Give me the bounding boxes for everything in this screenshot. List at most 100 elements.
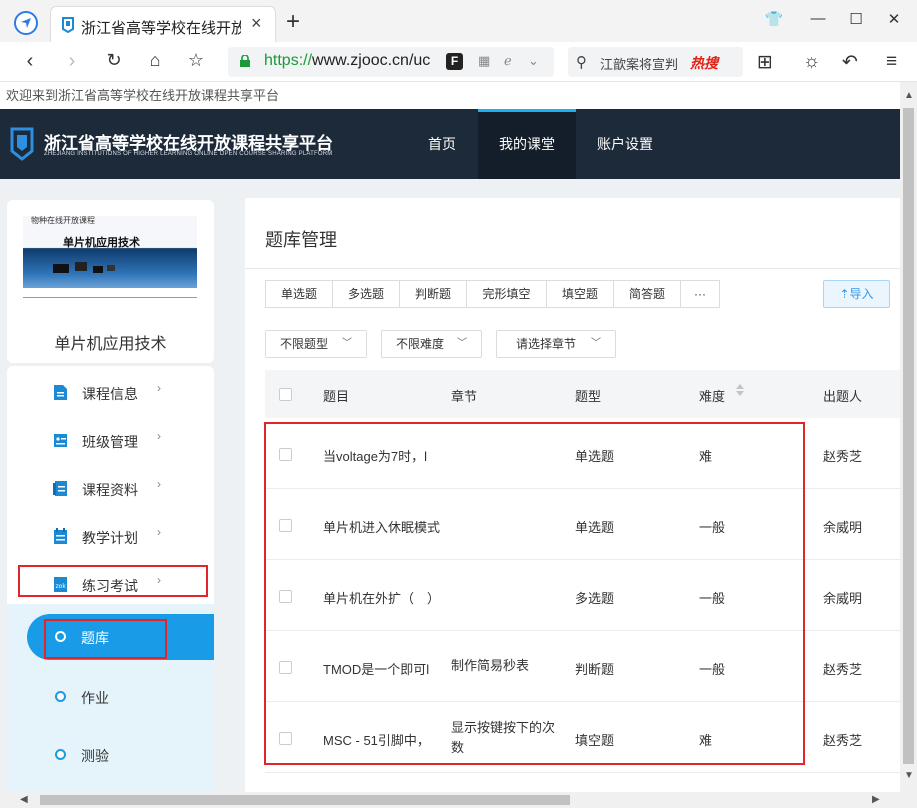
undo-icon[interactable]: ↶	[842, 51, 858, 74]
browser-logo-icon[interactable]	[14, 11, 38, 35]
search-suggestion[interactable]: 江歆案将宣判	[600, 54, 678, 73]
chevron-down-icon: ﹀	[457, 338, 467, 349]
scroll-right-icon[interactable]: ▶	[872, 794, 880, 805]
home-icon[interactable]: ⌂	[143, 50, 167, 71]
hot-search-label[interactable]: 热搜	[690, 53, 718, 73]
back-icon[interactable]: ‹	[18, 50, 42, 73]
tab-true-false[interactable]: 判断题	[400, 281, 467, 307]
tab-more[interactable]: ···	[681, 281, 719, 307]
tab-multiple-choice[interactable]: 多选题	[333, 281, 400, 307]
submenu-item-label: 作业	[81, 690, 109, 706]
column-chapter: 章节	[451, 389, 478, 404]
course-card: 物种在线开放课程 单片机应用技术 单片机应用技术	[7, 200, 214, 363]
sidebar-item-course-materials[interactable]: 课程资料 ›	[7, 464, 214, 512]
vertical-scrollbar[interactable]: ▲ ▼	[900, 82, 917, 792]
difficulty-filter[interactable]: 不限难度 ﹀	[381, 330, 482, 358]
tab-single-choice[interactable]: 单选题	[266, 281, 333, 307]
close-window-icon[interactable]: ✕	[884, 10, 904, 28]
chip-illustration-icon	[53, 262, 115, 273]
tab-short-answer[interactable]: 简答题	[614, 281, 681, 307]
author-cell: 赵秀芝	[823, 733, 863, 748]
scroll-down-icon[interactable]: ▼	[904, 770, 914, 781]
scroll-up-icon[interactable]: ▲	[904, 90, 914, 101]
browser-toolbar: ‹ › ↻ ⌂ ☆ https://www.zjooc.cn/uc F ▦ ℯ …	[0, 42, 917, 82]
course-banner[interactable]: 物种在线开放课程 单片机应用技术	[23, 216, 197, 288]
sidebar-item-label: 班级管理	[82, 434, 138, 450]
course-name: 单片机应用技术	[54, 336, 167, 353]
chevron-right-icon: ›	[157, 525, 161, 539]
submenu-item-label: 测验	[81, 748, 109, 764]
extension-f-icon[interactable]: F	[446, 53, 463, 70]
vertical-scroll-thumb[interactable]	[903, 108, 914, 764]
question-type-filter[interactable]: 不限题型 ﹀	[265, 330, 367, 358]
tab-close-icon[interactable]: ×	[251, 13, 262, 34]
menu-icon[interactable]: ≡	[886, 51, 897, 73]
submenu-item-quiz[interactable]: 测验	[27, 732, 214, 778]
tab-cloze[interactable]: 完形填空	[467, 281, 547, 307]
chevron-down-icon: ﹀	[342, 338, 352, 349]
url-text[interactable]: https://www.zjooc.cn/uc	[264, 52, 440, 70]
ie-mode-icon[interactable]: ℯ	[504, 53, 512, 69]
horizontal-scroll-thumb[interactable]	[40, 795, 570, 805]
author-cell: 赵秀芝	[823, 662, 863, 677]
select-all-checkbox[interactable]	[279, 388, 292, 401]
column-question: 题目	[323, 389, 350, 404]
submenu-item-homework[interactable]: 作业	[27, 674, 214, 720]
lock-icon	[240, 55, 250, 67]
sidebar-item-class-management[interactable]: 班级管理 ›	[7, 416, 214, 464]
page-title: 题库管理	[265, 230, 337, 250]
sidebar-item-course-info[interactable]: 课程信息 ›	[7, 368, 214, 416]
author-cell: 赵秀芝	[823, 449, 863, 464]
reload-icon[interactable]: ↻	[102, 50, 126, 71]
new-tab-button[interactable]: +	[286, 8, 300, 36]
brightness-icon[interactable]: ☼	[803, 51, 820, 73]
bullet-icon	[55, 691, 66, 702]
chapter-filter[interactable]: 请选择章节 ﹀	[496, 330, 616, 358]
chevron-right-icon: ›	[157, 381, 161, 395]
apps-grid-icon[interactable]: ⊞	[757, 51, 773, 74]
qr-code-icon[interactable]: ▦	[478, 53, 490, 69]
sidebar-item-label: 课程信息	[82, 386, 138, 402]
annotation-box-question-bank	[44, 619, 167, 659]
forward-icon[interactable]: ›	[60, 50, 84, 73]
sidebar-item-label: 教学计划	[82, 530, 138, 546]
nav-my-classroom[interactable]: 我的课堂	[478, 109, 576, 179]
nav-account-settings[interactable]: 账户设置	[576, 109, 674, 179]
minimize-icon[interactable]: —	[808, 10, 828, 27]
materials-icon	[53, 481, 67, 496]
scroll-left-icon[interactable]: ◀	[20, 794, 28, 805]
address-bar[interactable]: https://www.zjooc.cn/uc F ▦ ℯ ⌄	[228, 47, 554, 77]
site-favicon-icon	[62, 17, 74, 33]
column-type: 题型	[575, 389, 602, 404]
column-author: 出题人	[823, 389, 863, 404]
bullet-icon	[55, 749, 66, 760]
bookmark-star-icon[interactable]: ☆	[184, 50, 208, 71]
tab-fill-blank[interactable]: 填空题	[547, 281, 614, 307]
nav-home[interactable]: 首页	[406, 109, 478, 179]
maximize-icon[interactable]: ☐	[846, 10, 866, 28]
sort-icon[interactable]	[735, 382, 745, 398]
class-icon	[54, 434, 67, 447]
chevron-right-icon: ›	[157, 477, 161, 491]
document-icon	[54, 385, 67, 400]
site-logo-icon[interactable]	[8, 125, 36, 165]
banner-top-text: 物种在线开放课程	[31, 216, 95, 225]
sidebar-item-teaching-plan[interactable]: 教学计划 ›	[7, 512, 214, 560]
table-header: 题目 章节 题型 难度 出题人	[265, 370, 900, 418]
import-button[interactable]: ⇡导入	[823, 280, 890, 308]
banner-title: 单片机应用技术	[63, 237, 140, 249]
browser-titlebar: 浙江省高等学校在线开放 × + 👕 — ☐ ✕	[0, 0, 917, 42]
author-cell: 余威明	[823, 591, 863, 606]
title-divider	[245, 268, 900, 269]
horizontal-scrollbar[interactable]: ◀ ▶	[0, 792, 917, 808]
column-difficulty[interactable]: 难度	[699, 386, 725, 405]
course-divider	[23, 297, 197, 298]
url-dropdown-icon[interactable]: ⌄	[528, 53, 539, 69]
skin-icon[interactable]: 👕	[764, 10, 784, 28]
search-box[interactable]: ⚲ 江歆案将宣判 热搜	[568, 47, 743, 77]
welcome-bar: 欢迎来到浙江省高等学校在线开放课程共享平台	[0, 82, 900, 109]
question-type-tabs: 单选题 多选题 判断题 完形填空 填空题 简答题 ···	[265, 280, 720, 308]
author-cell: 余威明	[823, 520, 863, 535]
browser-tab[interactable]: 浙江省高等学校在线开放 ×	[50, 6, 276, 42]
chevron-down-icon: ﹀	[591, 338, 601, 349]
